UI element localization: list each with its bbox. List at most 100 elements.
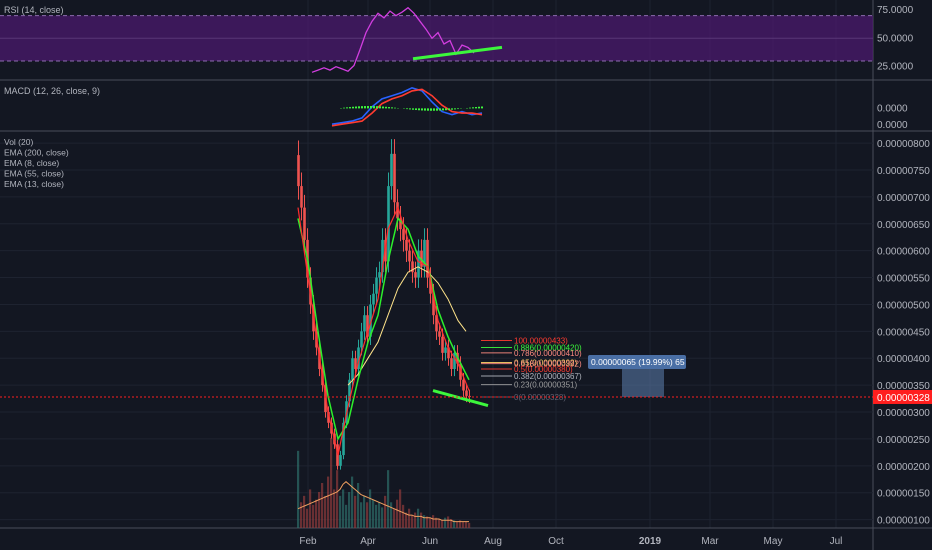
volume-bar xyxy=(339,495,342,528)
volume-bar xyxy=(309,489,312,528)
price-y-tick: 0.00000800 xyxy=(877,139,930,150)
price-y-tick: 0.00000700 xyxy=(877,193,930,204)
time-x-tick: Apr xyxy=(360,536,376,547)
volume-bar xyxy=(366,502,369,528)
price-y-tick: 0.00000450 xyxy=(877,327,930,338)
price-y-tick: 0.00000500 xyxy=(877,300,930,311)
volume-bar xyxy=(429,517,432,528)
volume-bar xyxy=(447,516,450,528)
candle-body xyxy=(387,186,390,262)
time-x-tick: 2019 xyxy=(639,536,662,547)
price-y-tick: 0.00000250 xyxy=(877,435,930,446)
volume-bar xyxy=(345,504,348,528)
volume-bar xyxy=(354,495,357,528)
volume-bar xyxy=(438,519,441,528)
time-x-tick: Mar xyxy=(701,536,719,547)
candle-body xyxy=(354,358,357,369)
last-price-tag: 0.00000328 xyxy=(877,393,930,404)
time-x-tick: Feb xyxy=(299,536,317,547)
volume-bar xyxy=(300,502,303,528)
volume-bar xyxy=(321,483,324,528)
volume-bar xyxy=(303,495,306,528)
volume-bar xyxy=(411,515,414,528)
price-y-tick: 0.00000400 xyxy=(877,354,930,365)
candle-body xyxy=(408,250,411,262)
fib-level-label: 0.786(0.00000410) xyxy=(514,349,582,358)
candle-body xyxy=(351,358,354,380)
volume-bar xyxy=(348,492,351,528)
rsi-y-tick: 25.0000 xyxy=(877,62,914,73)
volume-bar xyxy=(468,522,471,528)
volume-bar xyxy=(402,504,405,528)
volume-bar xyxy=(444,517,447,528)
rsi-y-tick: 50.0000 xyxy=(877,33,914,44)
volume-bar xyxy=(390,502,393,528)
time-x-tick: Jun xyxy=(422,536,438,547)
candle-body xyxy=(375,277,378,294)
candle-body xyxy=(297,155,300,187)
candle-body xyxy=(360,331,363,348)
volume-bar xyxy=(318,492,321,528)
tradingview-chart: 100.00000433)0.886(0.00000420)0.786(0.00… xyxy=(0,0,932,550)
time-x-tick: May xyxy=(764,536,783,547)
candle-body xyxy=(339,455,342,466)
volume-bar xyxy=(330,438,333,528)
time-x-tick: Aug xyxy=(484,536,502,547)
volume-bar xyxy=(369,489,372,528)
price-y-tick: 0.00000750 xyxy=(877,166,930,177)
price-legend-entry: EMA (200, close) xyxy=(4,148,69,158)
candle-body xyxy=(438,331,441,337)
volume-bar xyxy=(384,495,387,528)
time-x-tick: Oct xyxy=(548,536,564,547)
rsi-title: RSI (14, close) xyxy=(4,5,64,15)
volume-bar xyxy=(462,521,465,528)
price-legend-entry: Vol (20) xyxy=(4,137,33,147)
candle-body xyxy=(363,315,366,332)
price-y-tick: 0.00000600 xyxy=(877,247,930,258)
volume-bar xyxy=(456,521,459,528)
macd-y-tick: 0.0000 xyxy=(877,120,908,131)
volume-bar xyxy=(312,504,315,528)
price-y-tick: 0.00000200 xyxy=(877,462,930,473)
candle-body xyxy=(453,352,456,369)
measure-label: 0.00000065 (19.99%) 65 xyxy=(591,357,685,367)
volume-bar xyxy=(336,470,339,528)
volume-bar xyxy=(360,502,363,528)
volume-bar xyxy=(363,495,366,528)
volume-bar xyxy=(399,489,402,528)
volume-bar xyxy=(333,489,336,528)
volume-bar xyxy=(408,508,411,528)
candle-body xyxy=(462,379,465,391)
candle-body xyxy=(414,272,417,278)
price-y-tick: 0.00000100 xyxy=(877,516,930,527)
candle-body xyxy=(390,153,393,187)
candle-body xyxy=(405,239,408,251)
candle-body xyxy=(450,358,453,369)
volume-bar xyxy=(405,512,408,528)
price-y-tick: 0.00000150 xyxy=(877,489,930,500)
candle-body xyxy=(393,153,396,203)
macd-title: MACD (12, 26, close, 9) xyxy=(4,86,100,96)
volume-bar xyxy=(306,508,309,528)
price-legend-entry: EMA (55, close) xyxy=(4,169,64,179)
volume-bar xyxy=(441,520,444,528)
volume-bar xyxy=(381,507,384,528)
volume-bar xyxy=(342,489,345,528)
volume-bar xyxy=(315,499,318,528)
price-y-tick: 0.00000650 xyxy=(877,220,930,231)
volume-bar xyxy=(396,499,399,528)
volume-bar xyxy=(465,521,468,528)
candle-body xyxy=(444,347,447,353)
volume-bar xyxy=(324,495,327,528)
price-y-tick: 0.00000300 xyxy=(877,408,930,419)
candle-body xyxy=(378,272,381,278)
volume-bar xyxy=(372,499,375,528)
volume-bar xyxy=(378,502,381,528)
volume-bar xyxy=(327,476,330,528)
price-legend-entry: EMA (8, close) xyxy=(4,158,59,168)
rsi-y-tick: 75.0000 xyxy=(877,5,914,16)
chart-root: 100.00000433) 0.886(0.00000420) 0.786(0.00… xyxy=(0,0,932,550)
candle-body xyxy=(300,186,303,208)
volume-bar xyxy=(387,470,390,528)
chart-background xyxy=(0,0,932,550)
